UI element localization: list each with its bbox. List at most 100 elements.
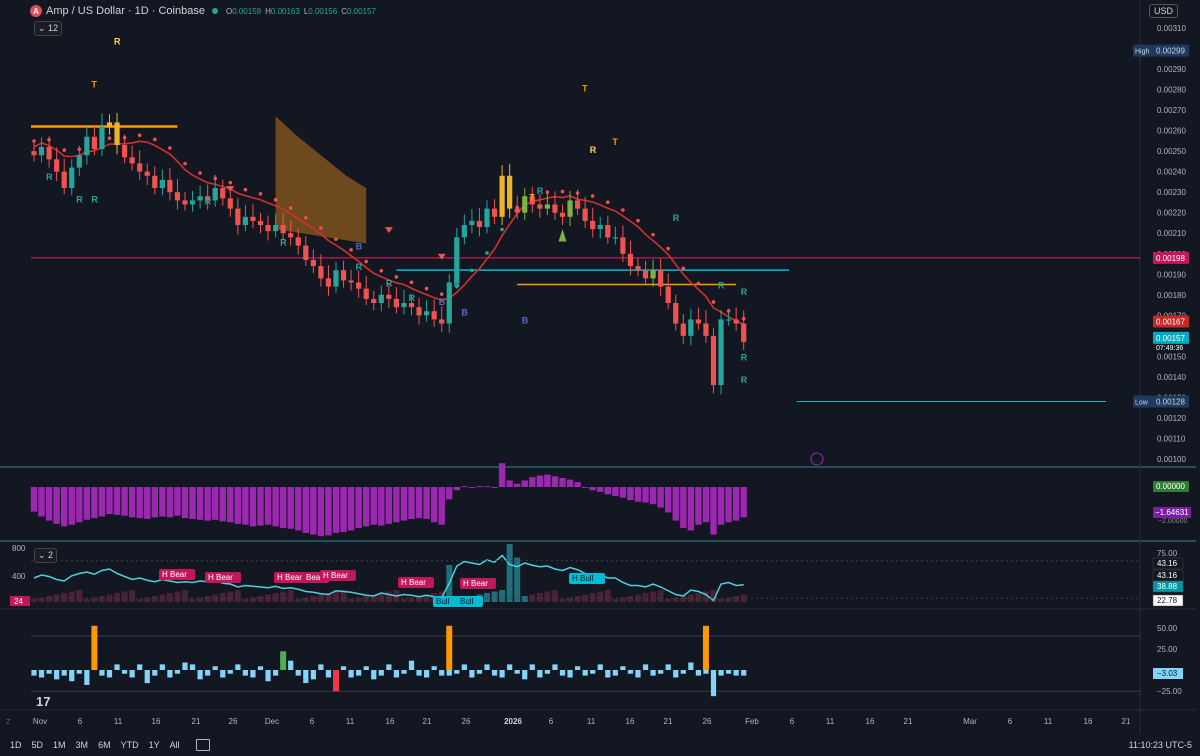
osc-bar (356, 670, 362, 676)
osc-bar (522, 670, 528, 680)
candle-body (461, 225, 467, 238)
price-tick-label: 0.00250 (1157, 147, 1186, 156)
market-status-icon (211, 8, 218, 14)
osc-bar (484, 664, 490, 670)
osc-bar (265, 670, 271, 682)
chart-background (0, 0, 1200, 756)
osc-bar (605, 670, 611, 678)
signal-marker: T (529, 192, 535, 202)
trail-dot (666, 246, 670, 251)
timeframe-ytd-button[interactable]: YTD (119, 740, 141, 750)
osc-bar (114, 664, 120, 670)
candle-body (182, 200, 188, 205)
volume-column (219, 593, 226, 602)
momentum-bar (672, 487, 679, 521)
osc-bar (650, 670, 656, 676)
osc-bar (220, 670, 226, 678)
trail-dot (213, 176, 217, 181)
osc-bar (325, 670, 332, 678)
indicators-collapse-button[interactable]: ⌄ 12 (34, 21, 63, 36)
momentum-bar (249, 487, 257, 527)
osc-bar (144, 670, 150, 684)
momentum-bar (68, 487, 75, 525)
price-tick-label: 0.00180 (1157, 291, 1186, 300)
candle-body (76, 155, 82, 168)
volume-column (695, 593, 702, 602)
momentum-bar (506, 480, 513, 487)
osc-bar (718, 670, 724, 676)
osc-bar (416, 670, 422, 676)
trail-dot (47, 137, 51, 142)
price-tag-value: 0.00128 (1156, 398, 1185, 407)
currency-button[interactable]: USD (1148, 4, 1178, 18)
candle-body (386, 294, 392, 299)
osc-bar (129, 670, 135, 678)
osc-bar (575, 666, 581, 670)
symbol-title[interactable]: Amp / US Dollar · 1D · Coinbase (46, 5, 205, 17)
osc-bar (340, 666, 347, 670)
volume-column (499, 590, 506, 602)
momentum-bar (446, 487, 453, 500)
osc-bar (205, 670, 211, 676)
calendar-icon[interactable] (195, 739, 210, 751)
osc-bar (159, 664, 165, 670)
bottom-toolbar: 1D 5D 1M 3M 6M YTD 1Y All 11:10:23 UTC-5 (0, 734, 1200, 756)
momentum-bar (310, 487, 317, 535)
signal-marker: R (205, 197, 212, 207)
candle-body (265, 225, 271, 232)
candle-body (363, 288, 369, 299)
timeframe-6m-button[interactable]: 6M (96, 740, 113, 750)
momentum-bar (665, 487, 672, 513)
trail-dot (409, 280, 414, 285)
candle-body (340, 270, 347, 281)
momentum-bar (113, 487, 121, 515)
candle-body (446, 282, 452, 324)
chart-canvas[interactable]: 0.003100.003000.002900.002800.002700.002… (0, 0, 1200, 756)
osc-bar (544, 670, 550, 674)
osc-bar (167, 670, 173, 678)
candle-body (476, 220, 483, 228)
countdown-label: 07:49:36 (1156, 345, 1183, 352)
time-tick-label: 21 (192, 717, 201, 726)
momentum-bar (30, 487, 38, 512)
divergence-tag-label: H Bull (572, 574, 594, 583)
timeframe-all-button[interactable]: All (168, 740, 182, 750)
momentum-bar (566, 479, 574, 487)
divergence-tag-label: Bull (436, 597, 450, 606)
trail-dot (545, 190, 550, 194)
timeframe-1y-button[interactable]: 1Y (147, 740, 162, 750)
momentum-bar (680, 487, 687, 528)
price-tick-label: 0.00240 (1157, 168, 1186, 177)
signal-marker: R (114, 36, 121, 46)
osc-bar (408, 660, 415, 670)
volume-column (506, 544, 513, 602)
trail-dot (726, 309, 731, 313)
candle-body (220, 188, 226, 199)
momentum-bar (529, 477, 536, 487)
volume-column (484, 593, 490, 602)
momentum-bar (219, 487, 226, 522)
volume-column (536, 593, 543, 602)
divergence-tag-label: H Bear (277, 573, 302, 582)
trail-dot (424, 286, 429, 291)
momentum-bar (204, 487, 211, 521)
timeframe-3m-button[interactable]: 3M (74, 740, 91, 750)
momentum-bar (151, 487, 158, 518)
momentum-bar (295, 487, 302, 531)
divergence-tag-label: H Bear (162, 570, 187, 579)
price-tick-label: 0.00230 (1157, 188, 1186, 197)
timeframe-1m-button[interactable]: 1M (51, 740, 68, 750)
time-tick-label: 26 (229, 717, 238, 726)
pane-collapse-button[interactable]: ⌄ 2 (34, 548, 58, 563)
timeframe-5d-button[interactable]: 5D (30, 740, 46, 750)
trail-dot (500, 227, 504, 232)
osc-bar (733, 670, 739, 676)
candle-body (416, 307, 422, 316)
trail-dot (122, 135, 127, 140)
timeframe-1d-button[interactable]: 1D (8, 740, 24, 750)
volume-column (333, 591, 339, 602)
momentum-bar (536, 475, 544, 487)
volume-column (242, 599, 249, 602)
momentum-bar (710, 487, 717, 535)
osc-axis-label: 25.00 (1157, 645, 1178, 654)
